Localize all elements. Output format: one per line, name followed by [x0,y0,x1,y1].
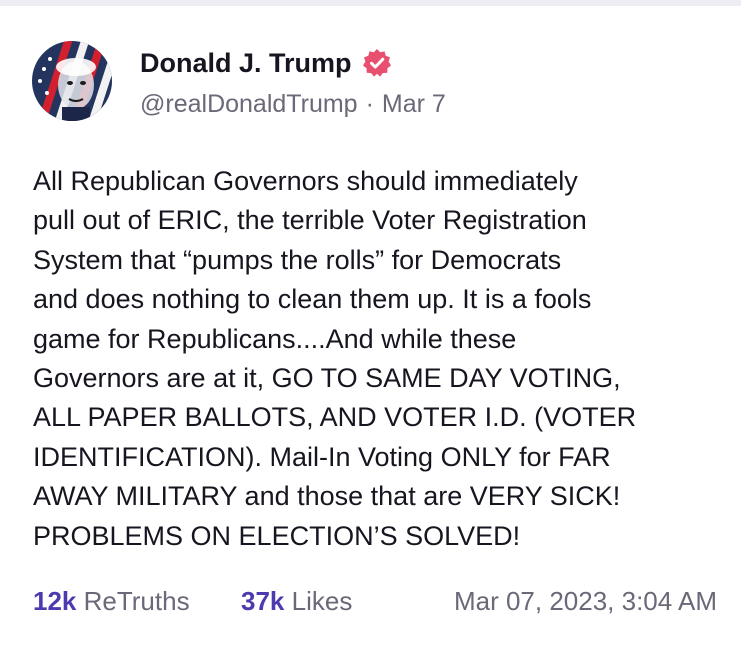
post-body-line: pull out of ERIC, the terrible Voter Reg… [33,205,587,236]
author-row: Donald J. Trump [140,46,392,80]
retruths-stat[interactable]: 12k ReTruths [33,586,190,617]
separator-dot: · [365,90,374,118]
display-name[interactable]: Donald J. Trump [140,48,352,79]
post-body-line: game for Republicans....And while these [33,323,517,354]
post-date[interactable]: Mar 7 [382,90,446,119]
post-body-line: Governors are at it, GO TO SAME DAY VOTI… [33,363,621,394]
post-body-line: IDENTIFICATION). Mail-In Voting ONLY for… [33,441,611,472]
post-body-line: AWAY MILITARY and those that are VERY SI… [33,481,621,512]
post-body-line: and does nothing to clean them up. It is… [33,284,592,315]
retruths-count: 12k [33,586,77,616]
author-handle[interactable]: @realDonaldTrump [140,90,358,119]
avatar-image [32,41,112,121]
likes-label: Likes [291,586,353,616]
likes-stat[interactable]: 37k Likes [241,586,352,617]
handle-row: @realDonaldTrump · Mar 7 [140,90,446,119]
post-body-line: PROBLEMS ON ELECTION’S SOLVED! [33,520,521,551]
retruths-label: ReTruths [83,586,190,616]
likes-count: 37k [241,586,285,616]
post-body-line: All Republican Governors should immediat… [33,166,578,196]
user-avatar[interactable] [32,41,112,121]
post-body-line: ALL PAPER BALLOTS, AND VOTER I.D. (VOTER [33,402,637,433]
post-stats: 12k ReTruths 37k Likes Mar 07, 2023, 3:0… [33,586,723,620]
post-body: All Republican Governors should immediat… [33,162,723,556]
post-card: Donald J. Trump @realDonaldTrump · Mar 7 A… [0,6,741,649]
verified-badge-icon [362,48,392,78]
post-body-line: System that “pumps the rolls” for Democr… [33,244,562,275]
post-timestamp: Mar 07, 2023, 3:04 AM [453,586,717,616]
